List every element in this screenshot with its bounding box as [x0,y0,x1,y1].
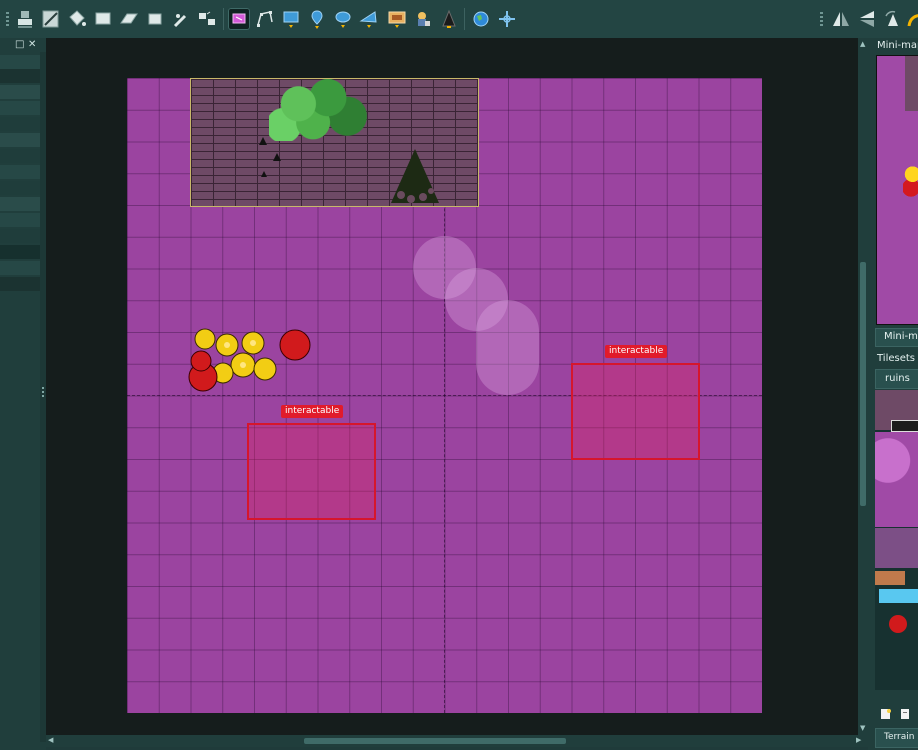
tileset-view[interactable] [875,390,918,690]
map-viewport[interactable]: interactable interactable [46,38,858,735]
scroll-down-icon[interactable]: ▼ [860,724,865,732]
insert-tile-icon[interactable] [386,8,408,30]
tile[interactable] [875,432,918,527]
tab-minimap[interactable]: Mini-map [875,328,918,347]
main-toolbar [0,0,918,39]
select-same-tile-icon[interactable] [196,8,218,30]
scroll-up-icon[interactable]: ▲ [860,40,865,48]
list-item[interactable] [0,213,40,227]
insert-template-icon[interactable] [412,8,434,30]
map-canvas[interactable]: interactable interactable [127,78,762,713]
list-item[interactable] [0,245,40,259]
tab-terrain-sets[interactable]: Terrain Sets [875,728,918,748]
bucket-fill-icon[interactable] [66,8,88,30]
scroll-right-icon[interactable]: ▶ [856,736,861,744]
close-icon[interactable]: ✕ [28,39,36,50]
select-objects-icon[interactable] [228,8,250,30]
interactable-object-zone[interactable] [571,363,700,460]
embed-tileset-icon[interactable] [899,705,911,719]
rotate-left-icon[interactable] [882,8,904,30]
rect-select-icon[interactable] [144,8,166,30]
toolbar-separator [223,8,224,30]
edit-polygons-icon[interactable] [254,8,276,30]
list-item[interactable] [0,149,40,163]
tile[interactable] [875,528,918,568]
list-item[interactable] [0,165,40,179]
insert-rectangle-icon[interactable] [280,8,302,30]
flower-tiles [188,328,311,392]
terrain-brush-icon[interactable] [40,8,62,30]
list-item[interactable] [0,261,40,275]
left-dock-header: □ ✕ [0,38,46,52]
insert-ellipse-icon[interactable] [332,8,354,30]
insert-point-icon[interactable] [306,8,328,30]
tab-tileset-label: ruins [885,373,910,384]
insert-text-icon[interactable] [438,8,460,30]
list-item[interactable] [0,277,40,291]
list-item[interactable] [0,181,40,195]
toolbar-separator [464,8,465,30]
tab-tileset-ruins[interactable]: ruins [875,369,918,389]
tab-terrain-label: Terrain Sets [884,732,918,742]
interactable-object-zone[interactable] [247,423,376,520]
list-item[interactable] [0,117,40,131]
eraser-icon[interactable] [118,8,140,30]
scrollbar-thumb[interactable] [860,262,866,506]
right-dock-panel: Mini-map Mini-map Tilesets ruins Terrain… [868,38,918,750]
tile[interactable] [879,589,918,603]
list-item[interactable] [0,69,40,83]
list-item[interactable] [0,133,40,147]
list-item[interactable] [0,55,40,69]
rubble-tiles [391,149,439,203]
minimap-title: Mini-map [877,40,918,51]
new-tileset-icon[interactable] [880,705,892,719]
vertical-scrollbar[interactable]: ▲ ▼ [858,38,868,735]
tile[interactable] [875,571,905,585]
toolbar-grip[interactable] [820,12,823,26]
horizontal-scrollbar[interactable]: ◀ ▶ [46,735,868,747]
scroll-left-icon[interactable]: ◀ [48,736,53,744]
tile[interactable] [891,420,918,432]
magic-wand-icon[interactable] [170,8,192,30]
object-label: interactable [605,345,668,358]
scrollbar-thumb[interactable] [304,738,566,744]
minimap-flowers [903,164,918,198]
shape-fill-icon[interactable] [92,8,114,30]
world-icon[interactable] [470,8,492,30]
rotate-right-icon[interactable] [906,8,918,30]
object-label: interactable [281,405,344,418]
minimap-ruins [905,56,918,111]
flip-horizontal-icon[interactable] [830,8,852,30]
minimap-view[interactable] [876,55,918,325]
list-item[interactable] [0,197,40,211]
stamp-brush-icon[interactable] [14,8,36,30]
list-item[interactable] [0,85,40,99]
list-item[interactable] [0,101,40,115]
tile[interactable] [889,615,907,633]
ruins-tile-block [190,78,479,207]
toolbar-grip[interactable] [6,12,9,26]
tilesets-title: Tilesets [877,353,916,364]
insert-polygon-icon[interactable] [358,8,380,30]
tab-minimap-label: Mini-map [884,331,918,342]
list-item[interactable] [0,229,40,243]
crack-marks [259,137,281,177]
move-icon[interactable] [496,8,518,30]
float-icon[interactable]: □ [15,39,24,50]
fog-blob [476,300,539,395]
flip-vertical-icon[interactable] [856,8,878,30]
